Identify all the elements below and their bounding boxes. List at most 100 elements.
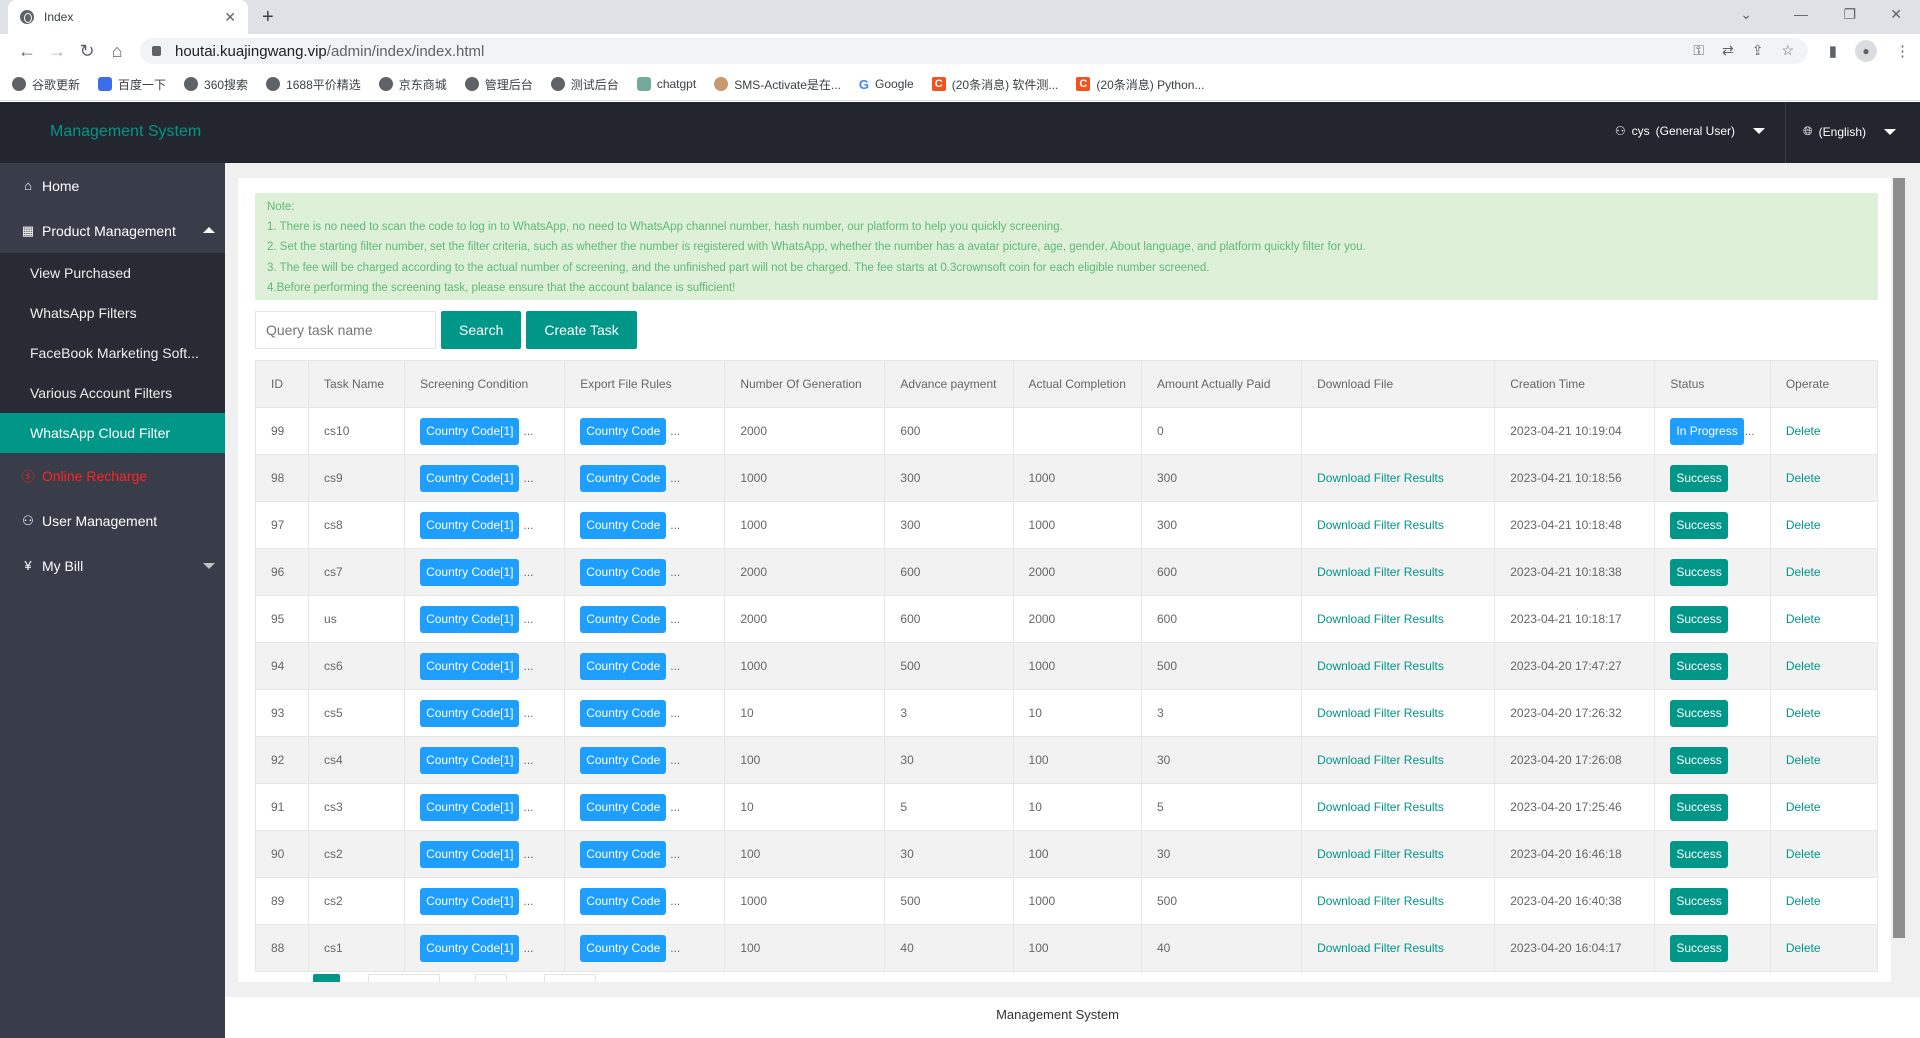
share-icon[interactable]: ⇪ [1752, 42, 1764, 59]
delete-link[interactable]: Delete [1786, 706, 1821, 720]
more-ellipsis: ... [670, 846, 681, 861]
side-panel-icon[interactable]: ▮ [1829, 42, 1837, 60]
download-filter-results-link[interactable]: Download Filter Results [1317, 518, 1444, 532]
browser-tab[interactable]: Index ✕ [8, 0, 248, 34]
sidebar-subitem[interactable]: WhatsApp Cloud Filter [0, 413, 225, 453]
download-filter-results-link[interactable]: Download Filter Results [1317, 753, 1444, 767]
vertical-scrollbar[interactable] [1893, 178, 1905, 938]
delete-link[interactable]: Delete [1786, 753, 1821, 767]
bookmark-item[interactable]: 测试后台 [550, 76, 619, 93]
export-rule-tag[interactable]: Country Code [580, 699, 667, 727]
export-rule-tag[interactable]: Country Code [580, 464, 667, 492]
bookmark-item[interactable]: 百度一下 [98, 76, 166, 93]
sidebar-item-product-management[interactable]: ▦ Product Management [0, 208, 225, 253]
bookmark-item[interactable]: C (20条消息) 软件测... [931, 76, 1058, 93]
delete-link[interactable]: Delete [1786, 894, 1821, 908]
export-rule-tag[interactable]: Country Code [580, 934, 667, 962]
profile-avatar[interactable]: ● [1855, 40, 1877, 62]
forward-icon[interactable]: → [42, 41, 72, 62]
delete-link[interactable]: Delete [1786, 424, 1821, 438]
delete-link[interactable]: Delete [1786, 941, 1821, 955]
task-name-search-input[interactable] [255, 311, 436, 349]
download-filter-results-link[interactable]: Download Filter Results [1317, 894, 1444, 908]
screening-condition-tag[interactable]: Country Code[1] [420, 793, 520, 821]
bookmark-item[interactable]: 1688平价精选 [266, 76, 361, 93]
tab-search-icon[interactable]: ⌄ [1740, 6, 1752, 23]
delete-link[interactable]: Delete [1786, 847, 1821, 861]
sidebar-item-online-recharge[interactable]: ⓢ Online Recharge [0, 453, 225, 498]
bookmark-item[interactable]: 谷歌更新 [12, 76, 80, 93]
tab-close-icon[interactable]: ✕ [224, 9, 236, 26]
download-filter-results-link[interactable]: Download Filter Results [1317, 847, 1444, 861]
menu-kebab-icon[interactable]: ⋮ [1895, 42, 1910, 60]
user-menu[interactable]: ⚇ cys (General User) [1615, 124, 1765, 138]
screening-condition-tag[interactable]: Country Code[1] [420, 652, 520, 680]
delete-link[interactable]: Delete [1786, 800, 1821, 814]
sidebar-subitem[interactable]: View Purchased [0, 253, 225, 293]
language-menu[interactable]: 🌐︎ (English) [1803, 124, 1896, 139]
bookmark-item[interactable]: G Google [859, 77, 914, 92]
close-window-button[interactable]: ✕ [1890, 6, 1902, 23]
new-tab-button[interactable]: + [262, 6, 274, 29]
screening-condition-tag[interactable]: Country Code[1] [420, 511, 520, 539]
screening-condition-tag[interactable]: Country Code[1] [420, 934, 520, 962]
download-filter-results-link[interactable]: Download Filter Results [1317, 471, 1444, 485]
delete-link[interactable]: Delete [1786, 659, 1821, 673]
restore-button[interactable]: ❐ [1843, 6, 1856, 23]
table-cell: Success [1654, 689, 1771, 737]
url-field[interactable]: houtai.kuajingwang.vip/admin/index/index… [140, 38, 1808, 64]
bookmark-item[interactable]: 管理后台 [464, 76, 533, 93]
screening-condition-tag[interactable]: Country Code[1] [420, 887, 520, 915]
download-filter-results-link[interactable]: Download Filter Results [1317, 659, 1444, 673]
screening-condition-tag[interactable]: Country Code[1] [420, 746, 520, 774]
pagination-control[interactable] [475, 974, 507, 982]
screening-condition-tag[interactable]: Country Code[1] [420, 699, 520, 727]
home-icon[interactable]: ⌂ [102, 41, 132, 62]
delete-link[interactable]: Delete [1786, 612, 1821, 626]
back-icon[interactable]: ← [12, 41, 42, 62]
bookmark-item[interactable]: SMS-Activate是在... [714, 76, 841, 93]
bookmark-item[interactable]: 京东商城 [378, 76, 447, 93]
reload-icon[interactable]: ↻ [72, 41, 102, 62]
export-rule-tag[interactable]: Country Code [580, 558, 667, 586]
translate-icon[interactable]: ⇄ [1722, 42, 1734, 59]
download-filter-results-link[interactable]: Download Filter Results [1317, 941, 1444, 955]
download-filter-results-link[interactable]: Download Filter Results [1317, 565, 1444, 579]
screening-condition-tag[interactable]: Country Code[1] [420, 464, 520, 492]
pagination-control[interactable] [544, 974, 596, 982]
export-rule-tag[interactable]: Country Code [580, 887, 667, 915]
sidebar-subitem[interactable]: Various Account Filters [0, 373, 225, 413]
bookmark-star-icon[interactable]: ☆ [1781, 42, 1794, 59]
export-rule-tag[interactable]: Country Code [580, 793, 667, 821]
bookmark-item[interactable]: C (20条消息) Python... [1076, 76, 1204, 93]
export-rule-tag[interactable]: Country Code [580, 652, 667, 680]
download-filter-results-link[interactable]: Download Filter Results [1317, 706, 1444, 720]
delete-link[interactable]: Delete [1786, 565, 1821, 579]
download-filter-results-link[interactable]: Download Filter Results [1317, 612, 1444, 626]
export-rule-tag[interactable]: Country Code [580, 511, 667, 539]
export-rule-tag[interactable]: Country Code [580, 840, 667, 868]
export-rule-tag[interactable]: Country Code [580, 417, 667, 445]
bookmark-item[interactable]: 360搜索 [184, 76, 248, 93]
screening-condition-tag[interactable]: Country Code[1] [420, 605, 520, 633]
sidebar-subitem[interactable]: FaceBook Marketing Soft... [0, 333, 225, 373]
delete-link[interactable]: Delete [1786, 471, 1821, 485]
sidebar-item-home[interactable]: ⌂ Home [0, 163, 225, 208]
pagination-control[interactable] [368, 974, 440, 982]
key-icon[interactable]: ⚿ [1693, 42, 1704, 59]
pagination-current-page[interactable] [313, 974, 340, 982]
screening-condition-tag[interactable]: Country Code[1] [420, 840, 520, 868]
search-button[interactable]: Search [441, 311, 522, 349]
minimize-button[interactable]: — [1794, 6, 1808, 22]
sidebar-subitem[interactable]: WhatsApp Filters [0, 293, 225, 333]
create-task-button[interactable]: Create Task [526, 311, 637, 349]
sidebar-item-user-management[interactable]: ⚇ User Management [0, 498, 225, 543]
export-rule-tag[interactable]: Country Code [580, 746, 667, 774]
screening-condition-tag[interactable]: Country Code[1] [420, 558, 520, 586]
download-filter-results-link[interactable]: Download Filter Results [1317, 800, 1444, 814]
bookmark-item[interactable]: chatgpt [636, 77, 696, 91]
export-rule-tag[interactable]: Country Code [580, 605, 667, 633]
sidebar-item-my-bill[interactable]: ¥ My Bill [0, 543, 225, 588]
delete-link[interactable]: Delete [1786, 518, 1821, 532]
screening-condition-tag[interactable]: Country Code[1] [420, 417, 520, 445]
